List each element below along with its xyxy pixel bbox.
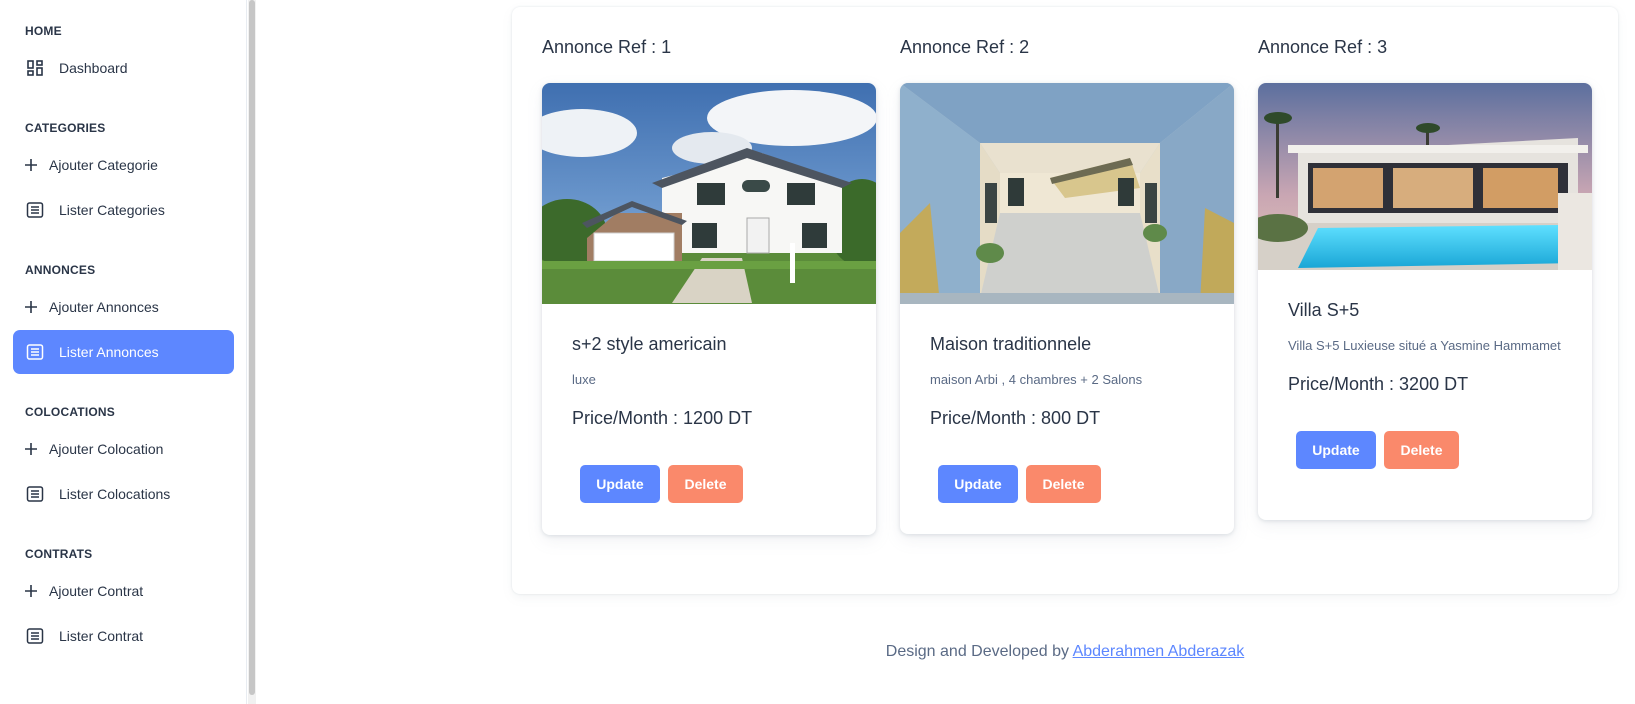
section-home: HOME — [25, 24, 62, 38]
plus-icon — [21, 297, 41, 317]
annonce-price: Price/Month : 800 DT — [930, 408, 1101, 428]
annonce-card: s+2 style americain luxe Price/Month : 1… — [542, 83, 876, 535]
list-icon — [25, 484, 45, 504]
sidebar-item-label: Lister Contrat — [59, 628, 144, 644]
sidebar-item-label: Dashboard — [59, 60, 128, 76]
sidebar-item-label: Lister Colocations — [59, 486, 171, 502]
annonce-description: luxe — [572, 372, 596, 387]
annonce-description: Villa S+5 Luxieuse situé a Yasmine Hamma… — [1288, 338, 1561, 353]
annonce-name: Maison traditionnele — [930, 334, 1092, 354]
section-categories: CATEGORIES — [25, 121, 106, 135]
sidebar-item-label: Ajouter Annonces — [49, 299, 159, 315]
sidebar-item-ajouter-annonces[interactable]: Ajouter Annonces — [13, 285, 234, 329]
sidebar-scrollbar[interactable] — [248, 0, 256, 704]
plus-icon — [21, 439, 41, 459]
annonces-panel: Annonce Ref : 1 s+2 style americain luxe… — [512, 7, 1618, 594]
annonce-ref-title: Annonce Ref : 1 — [542, 37, 672, 57]
sidebar-item-ajouter-colocation[interactable]: Ajouter Colocation — [13, 427, 234, 471]
sidebar-item-lister-annonces[interactable]: Lister Annonces — [13, 330, 234, 374]
traditional-courtyard-photo — [900, 83, 1234, 304]
annonce-card: Maison traditionnele maison Arbi , 4 cha… — [900, 83, 1234, 534]
section-contrats: CONTRATS — [25, 547, 93, 561]
update-button[interactable]: Update — [1296, 431, 1376, 469]
footer-text: Design and Developed by — [885, 643, 1073, 660]
sidebar: HOME Dashboard CATEGORIES Ajouter Catego… — [0, 0, 247, 704]
dashboard-icon — [25, 58, 45, 78]
sidebar-item-label: Lister Categories — [59, 202, 165, 218]
annonce-price: Price/Month : 3200 DT — [1288, 374, 1469, 394]
sidebar-item-label: Ajouter Categorie — [49, 157, 158, 173]
annonce-name: Villa S+5 — [1288, 300, 1360, 320]
plus-icon — [21, 155, 41, 175]
delete-button[interactable]: Delete — [1026, 465, 1101, 503]
sidebar-item-dashboard[interactable]: Dashboard — [13, 46, 234, 90]
sidebar-item-ajouter-contrat[interactable]: Ajouter Contrat — [13, 569, 234, 613]
footer: Design and Developed by Abderahmen Abder… — [0, 643, 1635, 661]
delete-button[interactable]: Delete — [668, 465, 743, 503]
annonce-name: s+2 style americain — [572, 334, 727, 354]
modern-villa-pool-photo — [1258, 83, 1592, 270]
section-annonces: ANNONCES — [25, 263, 96, 277]
sidebar-item-label: Ajouter Contrat — [49, 583, 144, 599]
annonce-description: maison Arbi , 4 chambres + 2 Salons — [930, 372, 1143, 387]
sidebar-item-lister-categories[interactable]: Lister Categories — [13, 188, 234, 232]
author-link[interactable]: Abderahmen Abderazak — [1073, 643, 1245, 660]
list-icon — [25, 342, 45, 362]
annonce-price: Price/Month : 1200 DT — [572, 408, 753, 428]
annonce-card: Villa S+5 Villa S+5 Luxieuse situé a Yas… — [1258, 83, 1592, 520]
sidebar-item-lister-colocations[interactable]: Lister Colocations — [13, 472, 234, 516]
annonce-ref-title: Annonce Ref : 3 — [1258, 37, 1388, 57]
plus-icon — [21, 581, 41, 601]
scrollbar-thumb[interactable] — [249, 0, 255, 695]
american-house-photo — [542, 83, 876, 304]
sidebar-item-ajouter-categorie[interactable]: Ajouter Categorie — [13, 143, 234, 187]
section-colocations: COLOCATIONS — [25, 405, 115, 419]
delete-button[interactable]: Delete — [1384, 431, 1459, 469]
sidebar-item-label: Lister Annonces — [59, 344, 159, 360]
update-button[interactable]: Update — [580, 465, 660, 503]
update-button[interactable]: Update — [938, 465, 1018, 503]
annonce-ref-title: Annonce Ref : 2 — [900, 37, 1030, 57]
list-icon — [25, 200, 45, 220]
sidebar-item-label: Ajouter Colocation — [49, 441, 164, 457]
